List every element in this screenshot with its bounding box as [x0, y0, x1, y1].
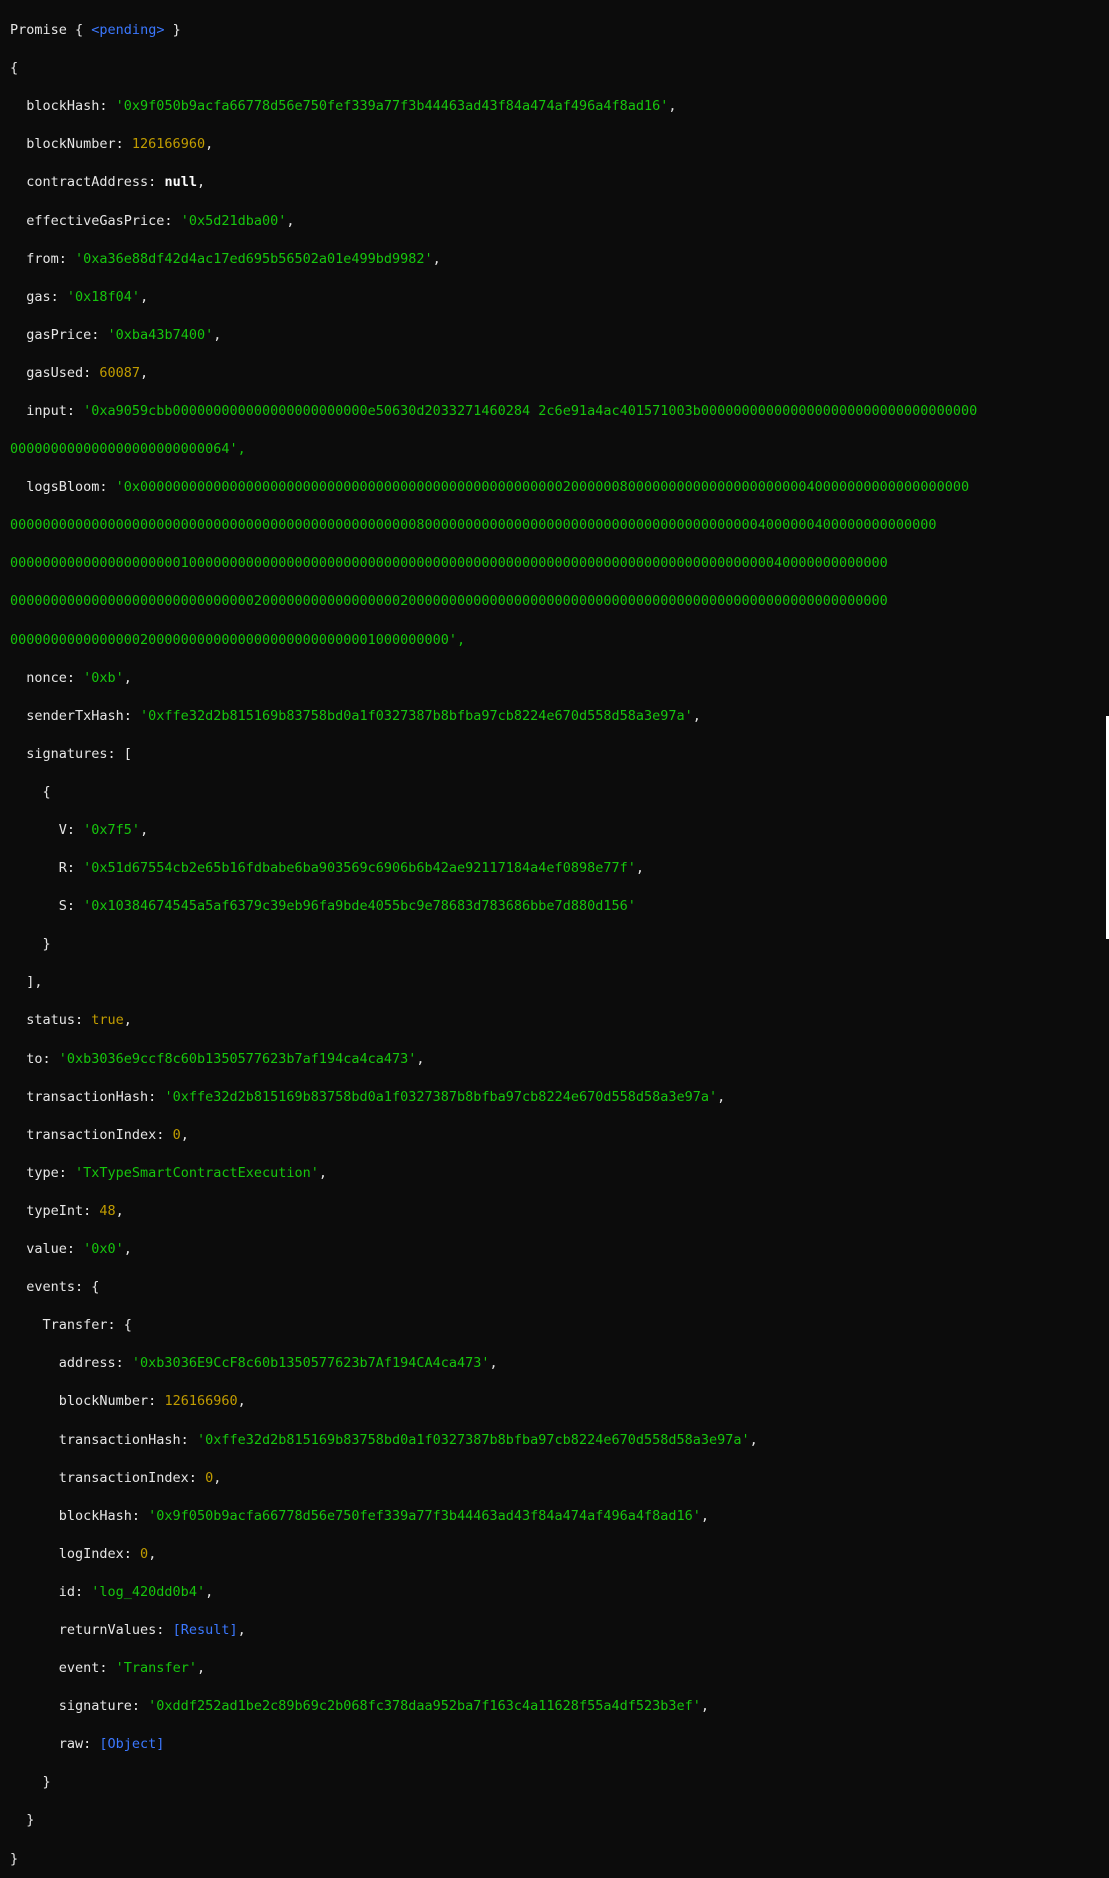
field-events: events: {: [10, 1279, 100, 1296]
value-contractAddress: null: [164, 174, 197, 191]
field-gasUsed: gasUsed: 60087,: [10, 364, 149, 381]
field-ev-returnValues: returnValues: [Result],: [10, 1621, 246, 1638]
close-brace: }: [10, 1850, 19, 1867]
value-logsBloom-line-2: 0000000000000000000000000000000000000000…: [10, 517, 937, 534]
value-ev-transactionHash: '0xffe32d2b815169b83758bd0a1f0327387b8bf…: [196, 1431, 750, 1448]
field-ev-blockHash: blockHash: '0x9f050b9acfa66778d56e750fef…: [10, 1507, 709, 1524]
field-blockHash: blockHash: '0x9f050b9acfa66778d56e750fef…: [10, 98, 677, 115]
value-gasUsed: 60087: [99, 364, 141, 381]
value-sig-V: '0x7f5': [83, 822, 141, 839]
field-ev-signature: signature: '0xddf252ad1be2c89b69c2b068fc…: [10, 1698, 709, 1715]
field-status: status: true,: [10, 1012, 132, 1029]
value-senderTxHash: '0xffe32d2b815169b83758bd0a1f0327387b8bf…: [140, 707, 693, 724]
field-logsBloom: logsBloom: '0x00000000000000000000000000…: [10, 479, 970, 496]
field-senderTxHash: senderTxHash: '0xffe32d2b815169b83758bd0…: [10, 707, 701, 724]
field-sig-R: R: '0x51d67554cb2e65b16fdbabe6ba903569c6…: [10, 860, 644, 877]
field-gas: gas: '0x18f04',: [10, 288, 149, 305]
field-type: type: 'TxTypeSmartContractExecution',: [10, 1164, 328, 1181]
value-effectiveGasPrice: '0x5d21dba00': [180, 212, 287, 229]
field-events-Transfer: Transfer: {: [10, 1317, 132, 1334]
value-ev-address: '0xb3036E9CcF8c60b1350577623b7Af194CA4ca…: [131, 1355, 490, 1372]
terminal-output: Promise { <pending> } { blockHash: '0x9f…: [10, 2, 1101, 1878]
value-to: '0xb3036e9ccf8c60b1350577623b7af194ca4ca…: [58, 1050, 417, 1067]
field-effectiveGasPrice: effectiveGasPrice: '0x5d21dba00',: [10, 212, 295, 229]
value-ev-blockHash: '0x9f050b9acfa66778d56e750fef339a77f3b44…: [148, 1507, 701, 1524]
value-ev-event: 'Transfer': [115, 1660, 197, 1677]
field-ev-raw: raw: [Object]: [10, 1736, 165, 1753]
field-value: value: '0x0',: [10, 1241, 132, 1258]
field-nonce: nonce: '0xb',: [10, 669, 132, 686]
value-status: true: [91, 1012, 124, 1029]
value-nonce: '0xb': [83, 669, 124, 686]
field-typeInt: typeInt: 48,: [10, 1202, 124, 1219]
field-ev-id: id: 'log_420dd0b4',: [10, 1583, 214, 1600]
value-input-line-2: 000000000000000000000000064',: [10, 441, 246, 458]
field-to: to: '0xb3036e9ccf8c60b1350577623b7af194c…: [10, 1050, 425, 1067]
value-blockNumber: 126166960: [131, 136, 206, 153]
field-contractAddress: contractAddress: null,: [10, 174, 206, 191]
field-ev-transactionHash: transactionHash: '0xffe32d2b815169b83758…: [10, 1431, 758, 1448]
value-sig-R: '0x51d67554cb2e65b16fdbabe6ba903569c6906…: [83, 860, 636, 877]
field-ev-transactionIndex: transactionIndex: 0,: [10, 1469, 222, 1486]
value-transactionIndex: 0: [172, 1126, 181, 1143]
field-signatures: signatures: [: [10, 745, 132, 762]
open-brace: {: [10, 60, 19, 77]
value-typeInt: 48: [99, 1202, 116, 1219]
value-ev-logIndex: 0: [140, 1545, 149, 1562]
promise-label: Promise: [10, 22, 67, 39]
field-ev-event: event: 'Transfer',: [10, 1660, 206, 1677]
value-ev-returnValues: [Result]: [172, 1621, 238, 1638]
field-gasPrice: gasPrice: '0xba43b7400',: [10, 326, 222, 343]
value-ev-raw: [Object]: [99, 1736, 165, 1753]
value-ev-transactionIndex: 0: [205, 1469, 214, 1486]
value-input-line-1: '0xa9059cbb000000000000000000000000e5063…: [83, 402, 978, 419]
field-blockNumber: blockNumber: 126166960,: [10, 136, 214, 153]
field-input: input: '0xa9059cbb0000000000000000000000…: [10, 402, 978, 419]
promise-line: Promise { <pending> }: [10, 22, 181, 39]
field-ev-address: address: '0xb3036E9CcF8c60b1350577623b7A…: [10, 1355, 498, 1372]
value-logsBloom-line-1: '0x0000000000000000000000000000000000000…: [115, 479, 970, 496]
value-logsBloom-line-5: 0000000000000000200000000000000000000000…: [10, 631, 466, 648]
value-value: '0x0': [83, 1241, 124, 1258]
value-logsBloom-line-3: 0000000000000000000001000000000000000000…: [10, 555, 888, 572]
field-ev-logIndex: logIndex: 0,: [10, 1545, 157, 1562]
promise-state: <pending>: [91, 22, 165, 39]
field-ev-blockNumber: blockNumber: 126166960,: [10, 1393, 246, 1410]
value-ev-blockNumber: 126166960: [164, 1393, 238, 1410]
value-blockHash: '0x9f050b9acfa66778d56e750fef339a77f3b44…: [115, 98, 669, 115]
value-logsBloom-line-4: 0000000000000000000000000000002000000000…: [10, 593, 888, 610]
value-ev-signature: '0xddf252ad1be2c89b69c2b068fc378daa952ba…: [148, 1698, 701, 1715]
value-from: '0xa36e88df42d4ac17ed695b56502a01e499bd9…: [75, 250, 433, 267]
field-from: from: '0xa36e88df42d4ac17ed695b56502a01e…: [10, 250, 441, 267]
field-sig-S: S: '0x10384674545a5af6379c39eb96fa9bde40…: [10, 898, 636, 915]
value-type: 'TxTypeSmartContractExecution': [75, 1164, 319, 1181]
value-gas: '0x18f04': [66, 288, 141, 305]
value-gasPrice: '0xba43b7400': [107, 326, 214, 343]
value-transactionHash: '0xffe32d2b815169b83758bd0a1f0327387b8bf…: [164, 1088, 718, 1105]
field-transactionIndex: transactionIndex: 0,: [10, 1126, 189, 1143]
value-sig-S: '0x10384674545a5af6379c39eb96fa9bde4055b…: [83, 898, 636, 915]
value-ev-id: 'log_420dd0b4': [91, 1583, 206, 1600]
field-sig-V: V: '0x7f5',: [10, 822, 149, 839]
field-transactionHash: transactionHash: '0xffe32d2b815169b83758…: [10, 1088, 726, 1105]
